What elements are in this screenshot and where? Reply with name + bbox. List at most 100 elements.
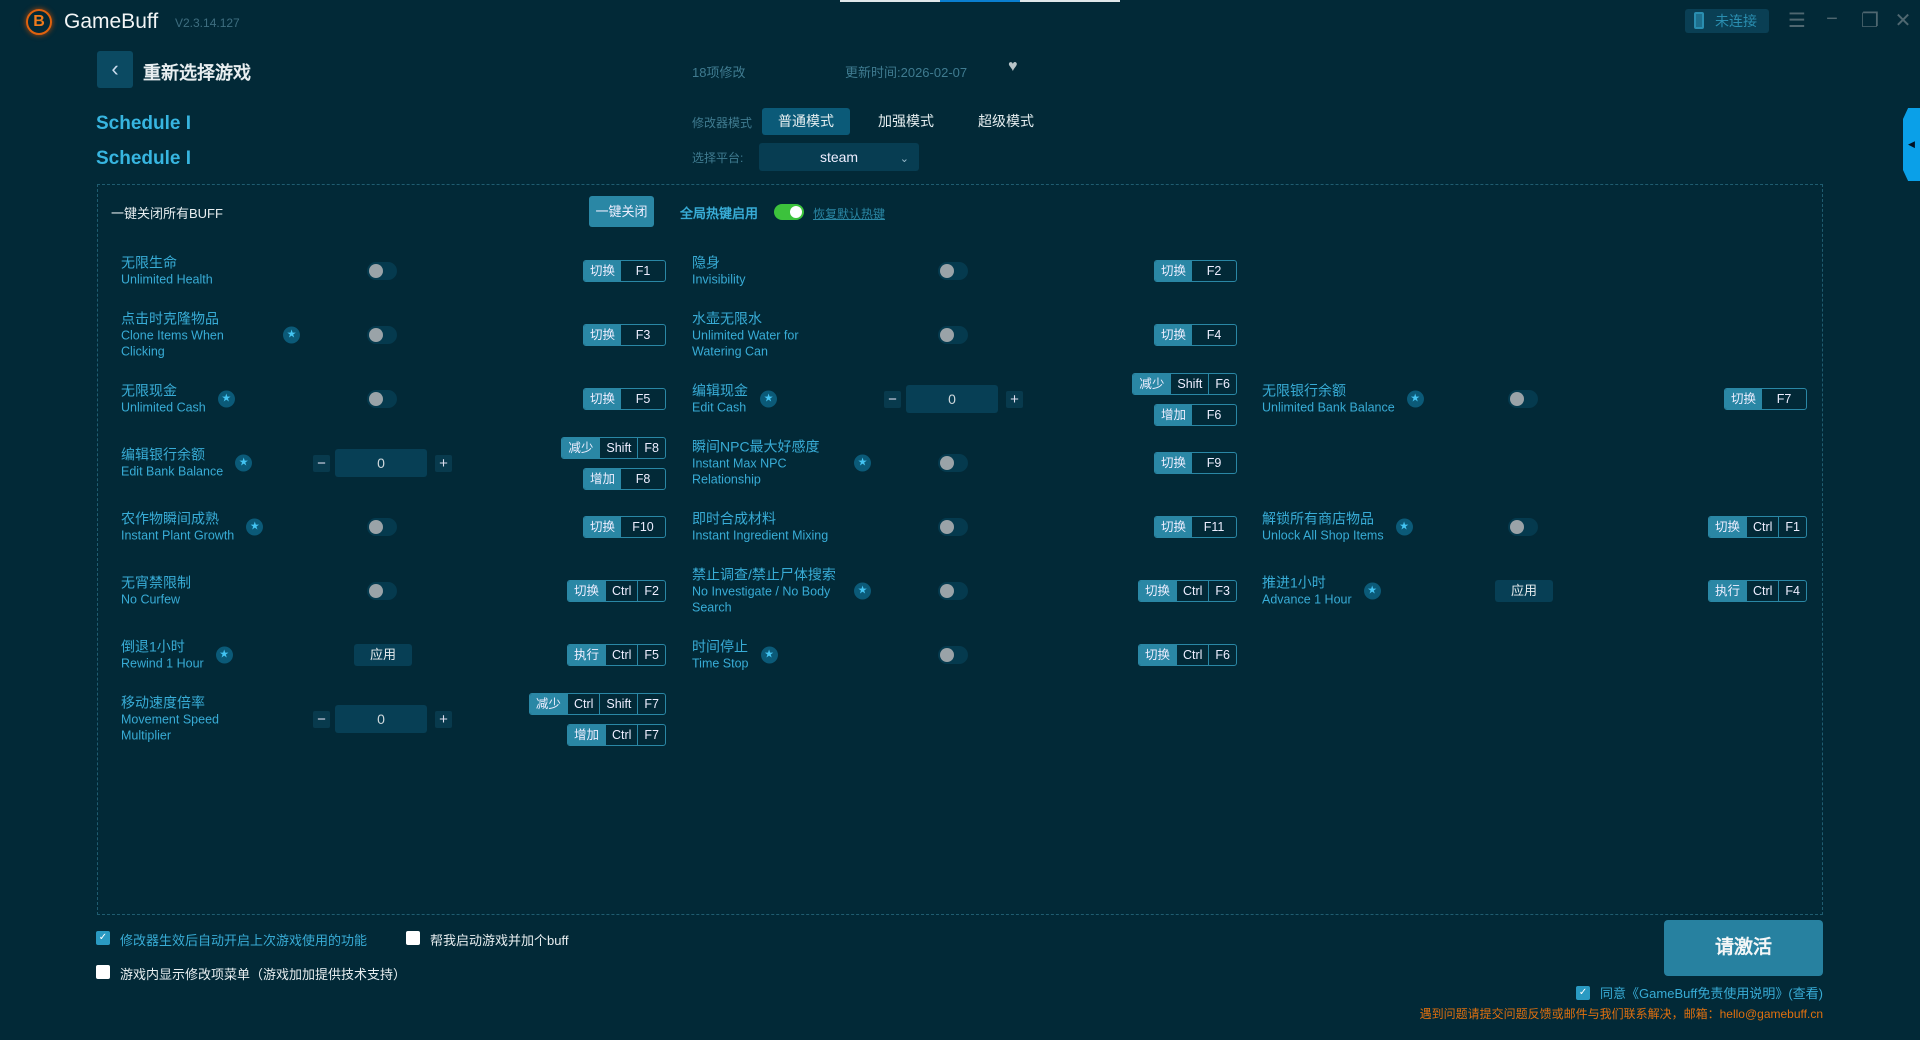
- cheat-toggle[interactable]: [1508, 390, 1538, 408]
- hotkey-binding[interactable]: 切换 F1: [582, 260, 666, 282]
- cheat-label: 倒退1小时 Rewind 1 Hour ★: [121, 639, 233, 672]
- agree-checkbox[interactable]: ✓: [1576, 985, 1591, 1000]
- hotkey-key: F7: [637, 725, 665, 745]
- top-indicator-active: [940, 0, 1020, 2]
- apply-button[interactable]: 应用: [1495, 580, 1553, 602]
- restore-default-hotkeys-link[interactable]: 恢复默认热键: [813, 205, 885, 222]
- hotkey-key: Shift: [599, 438, 637, 458]
- hotkey-binding[interactable]: 切换 F2: [1153, 260, 1237, 282]
- hotkey-binding[interactable]: 切换 F4: [1153, 324, 1237, 346]
- launch-game-checkbox[interactable]: [406, 931, 420, 945]
- global-hotkey-label: 全局热键启用: [680, 206, 759, 221]
- cheat-name-en: Edit Cash: [692, 400, 747, 415]
- hotkey-binding[interactable]: 切换 Ctrl F1: [1707, 516, 1807, 538]
- hotkey-binding[interactable]: 减少 Ctrl Shift F7: [528, 693, 666, 715]
- mode-super-tab[interactable]: 超级模式: [968, 108, 1044, 135]
- apply-button[interactable]: 应用: [354, 644, 412, 666]
- star-icon[interactable]: ★: [1395, 518, 1413, 536]
- hotkey-binding[interactable]: 减少 Shift F6: [1132, 373, 1237, 395]
- hotkey-binding[interactable]: 切换 Ctrl F3: [1137, 580, 1237, 602]
- agree-link[interactable]: 同意《GameBuff免责使用说明》(查看): [1600, 983, 1823, 1002]
- ingame-menu-checkbox[interactable]: [96, 965, 110, 979]
- heart-icon[interactable]: ♥: [1008, 58, 1018, 76]
- hotkey-action: 切换: [567, 581, 605, 601]
- cheat-toggle[interactable]: [1508, 518, 1538, 536]
- cheat-toggle[interactable]: [938, 454, 968, 472]
- star-icon[interactable]: ★: [760, 646, 778, 664]
- increment-button[interactable]: +: [435, 454, 452, 472]
- hotkey-binding[interactable]: 切换 F5: [582, 388, 666, 410]
- close-icon[interactable]: ✕: [1891, 8, 1915, 33]
- hotkey-binding[interactable]: 切换 F11: [1153, 516, 1237, 538]
- mode-enhanced-tab[interactable]: 加强模式: [868, 108, 944, 135]
- decrement-button[interactable]: −: [313, 710, 330, 728]
- star-icon[interactable]: ★: [246, 518, 264, 536]
- hotkey-binding[interactable]: 执行 Ctrl F4: [1707, 580, 1807, 602]
- cheat-toggle[interactable]: [938, 262, 968, 280]
- cheat-toggle[interactable]: [938, 646, 968, 664]
- app-name: GameBuff: [64, 10, 159, 33]
- cheat-item: 移动速度倍率 Movement Speed Multiplier −0 + 减少 Ctrl…: [121, 689, 692, 749]
- platform-select[interactable]: steam ⌄: [759, 143, 919, 171]
- star-icon[interactable]: ★: [235, 454, 253, 472]
- global-hotkey-toggle[interactable]: [774, 204, 804, 220]
- cheat-toggle[interactable]: [938, 326, 968, 344]
- star-icon[interactable]: ★: [1363, 582, 1381, 600]
- back-button[interactable]: ‹: [97, 51, 133, 88]
- star-icon[interactable]: ★: [217, 390, 235, 408]
- menu-icon[interactable]: ☰: [1785, 8, 1809, 33]
- activate-button[interactable]: 请激活: [1664, 920, 1823, 976]
- cheat-name-en: Edit Bank Balance: [121, 464, 224, 479]
- hotkey-binding[interactable]: 切换 Ctrl F2: [566, 580, 666, 602]
- cheat-toggle[interactable]: [367, 582, 397, 600]
- side-panel-tab[interactable]: ◀: [1903, 108, 1920, 181]
- hotkey-binding[interactable]: 减少 Shift F8: [561, 437, 666, 459]
- hotkey-binding[interactable]: 切换 F9: [1153, 452, 1237, 474]
- hotkey-binding[interactable]: 执行 Ctrl F5: [566, 644, 666, 666]
- increment-button[interactable]: +: [435, 710, 452, 728]
- cheat-toggle[interactable]: [938, 518, 968, 536]
- reselect-game-label[interactable]: 重新选择游戏: [143, 59, 251, 85]
- ingame-menu-label: 游戏内显示修改项菜单（游戏加加提供技术支持）: [120, 967, 407, 982]
- star-icon[interactable]: ★: [283, 326, 300, 344]
- decrement-button[interactable]: −: [313, 454, 330, 472]
- toggle-knob: [369, 520, 383, 534]
- decrement-button[interactable]: −: [884, 390, 901, 408]
- hotkey-binding[interactable]: 切换 F3: [582, 324, 666, 346]
- star-icon[interactable]: ★: [760, 390, 777, 408]
- cheat-toggle[interactable]: [938, 582, 968, 600]
- value-input[interactable]: 0: [335, 705, 427, 733]
- auto-enable-checkbox[interactable]: ✓: [96, 931, 110, 945]
- star-icon[interactable]: ★: [1406, 390, 1424, 408]
- close-all-button[interactable]: 一键关闭: [589, 196, 654, 227]
- hotkey-key: F4: [1206, 328, 1222, 342]
- cheat-name-en: Unlimited Health: [121, 272, 213, 287]
- hotkey-binding[interactable]: 增加 F6: [1153, 404, 1237, 426]
- mode-normal-tab[interactable]: 普通模式: [762, 108, 850, 135]
- cheat-name-zh: 隐身: [692, 254, 720, 271]
- restore-icon[interactable]: ❐: [1858, 8, 1882, 33]
- hotkey-binding[interactable]: 切换 F7: [1723, 388, 1807, 410]
- cheat-toggle[interactable]: [367, 390, 397, 408]
- cheat-name-en: Movement Speed Multiplier: [121, 712, 219, 743]
- cheat-label: 无宵禁限制 No Curfew: [121, 575, 191, 608]
- value-input[interactable]: 0: [906, 385, 998, 413]
- hotkey-binding[interactable]: 切换 F10: [582, 516, 666, 538]
- cheat-toggle[interactable]: [367, 262, 397, 280]
- hotkey-binding[interactable]: 切换 Ctrl F6: [1137, 644, 1237, 666]
- star-icon[interactable]: ★: [854, 454, 871, 472]
- increment-button[interactable]: +: [1006, 390, 1023, 408]
- value-input[interactable]: 0: [335, 449, 427, 477]
- hotkey-binding[interactable]: 增加 Ctrl F7: [566, 724, 666, 746]
- minimize-icon[interactable]: −: [1820, 8, 1844, 31]
- phone-connect-button[interactable]: 未连接: [1685, 9, 1769, 33]
- cheat-item: 倒退1小时 Rewind 1 Hour ★ 应用 执行 Ctrl F5: [121, 625, 692, 685]
- cheat-label: 隐身 Invisibility: [692, 255, 746, 288]
- game-title: Schedule I: [96, 113, 192, 134]
- hotkey-key: F3: [1208, 581, 1236, 601]
- cheat-toggle[interactable]: [367, 326, 397, 344]
- star-icon[interactable]: ★: [215, 646, 233, 664]
- star-icon[interactable]: ★: [854, 582, 871, 600]
- hotkey-binding[interactable]: 增加 F8: [582, 468, 666, 490]
- cheat-toggle[interactable]: [367, 518, 397, 536]
